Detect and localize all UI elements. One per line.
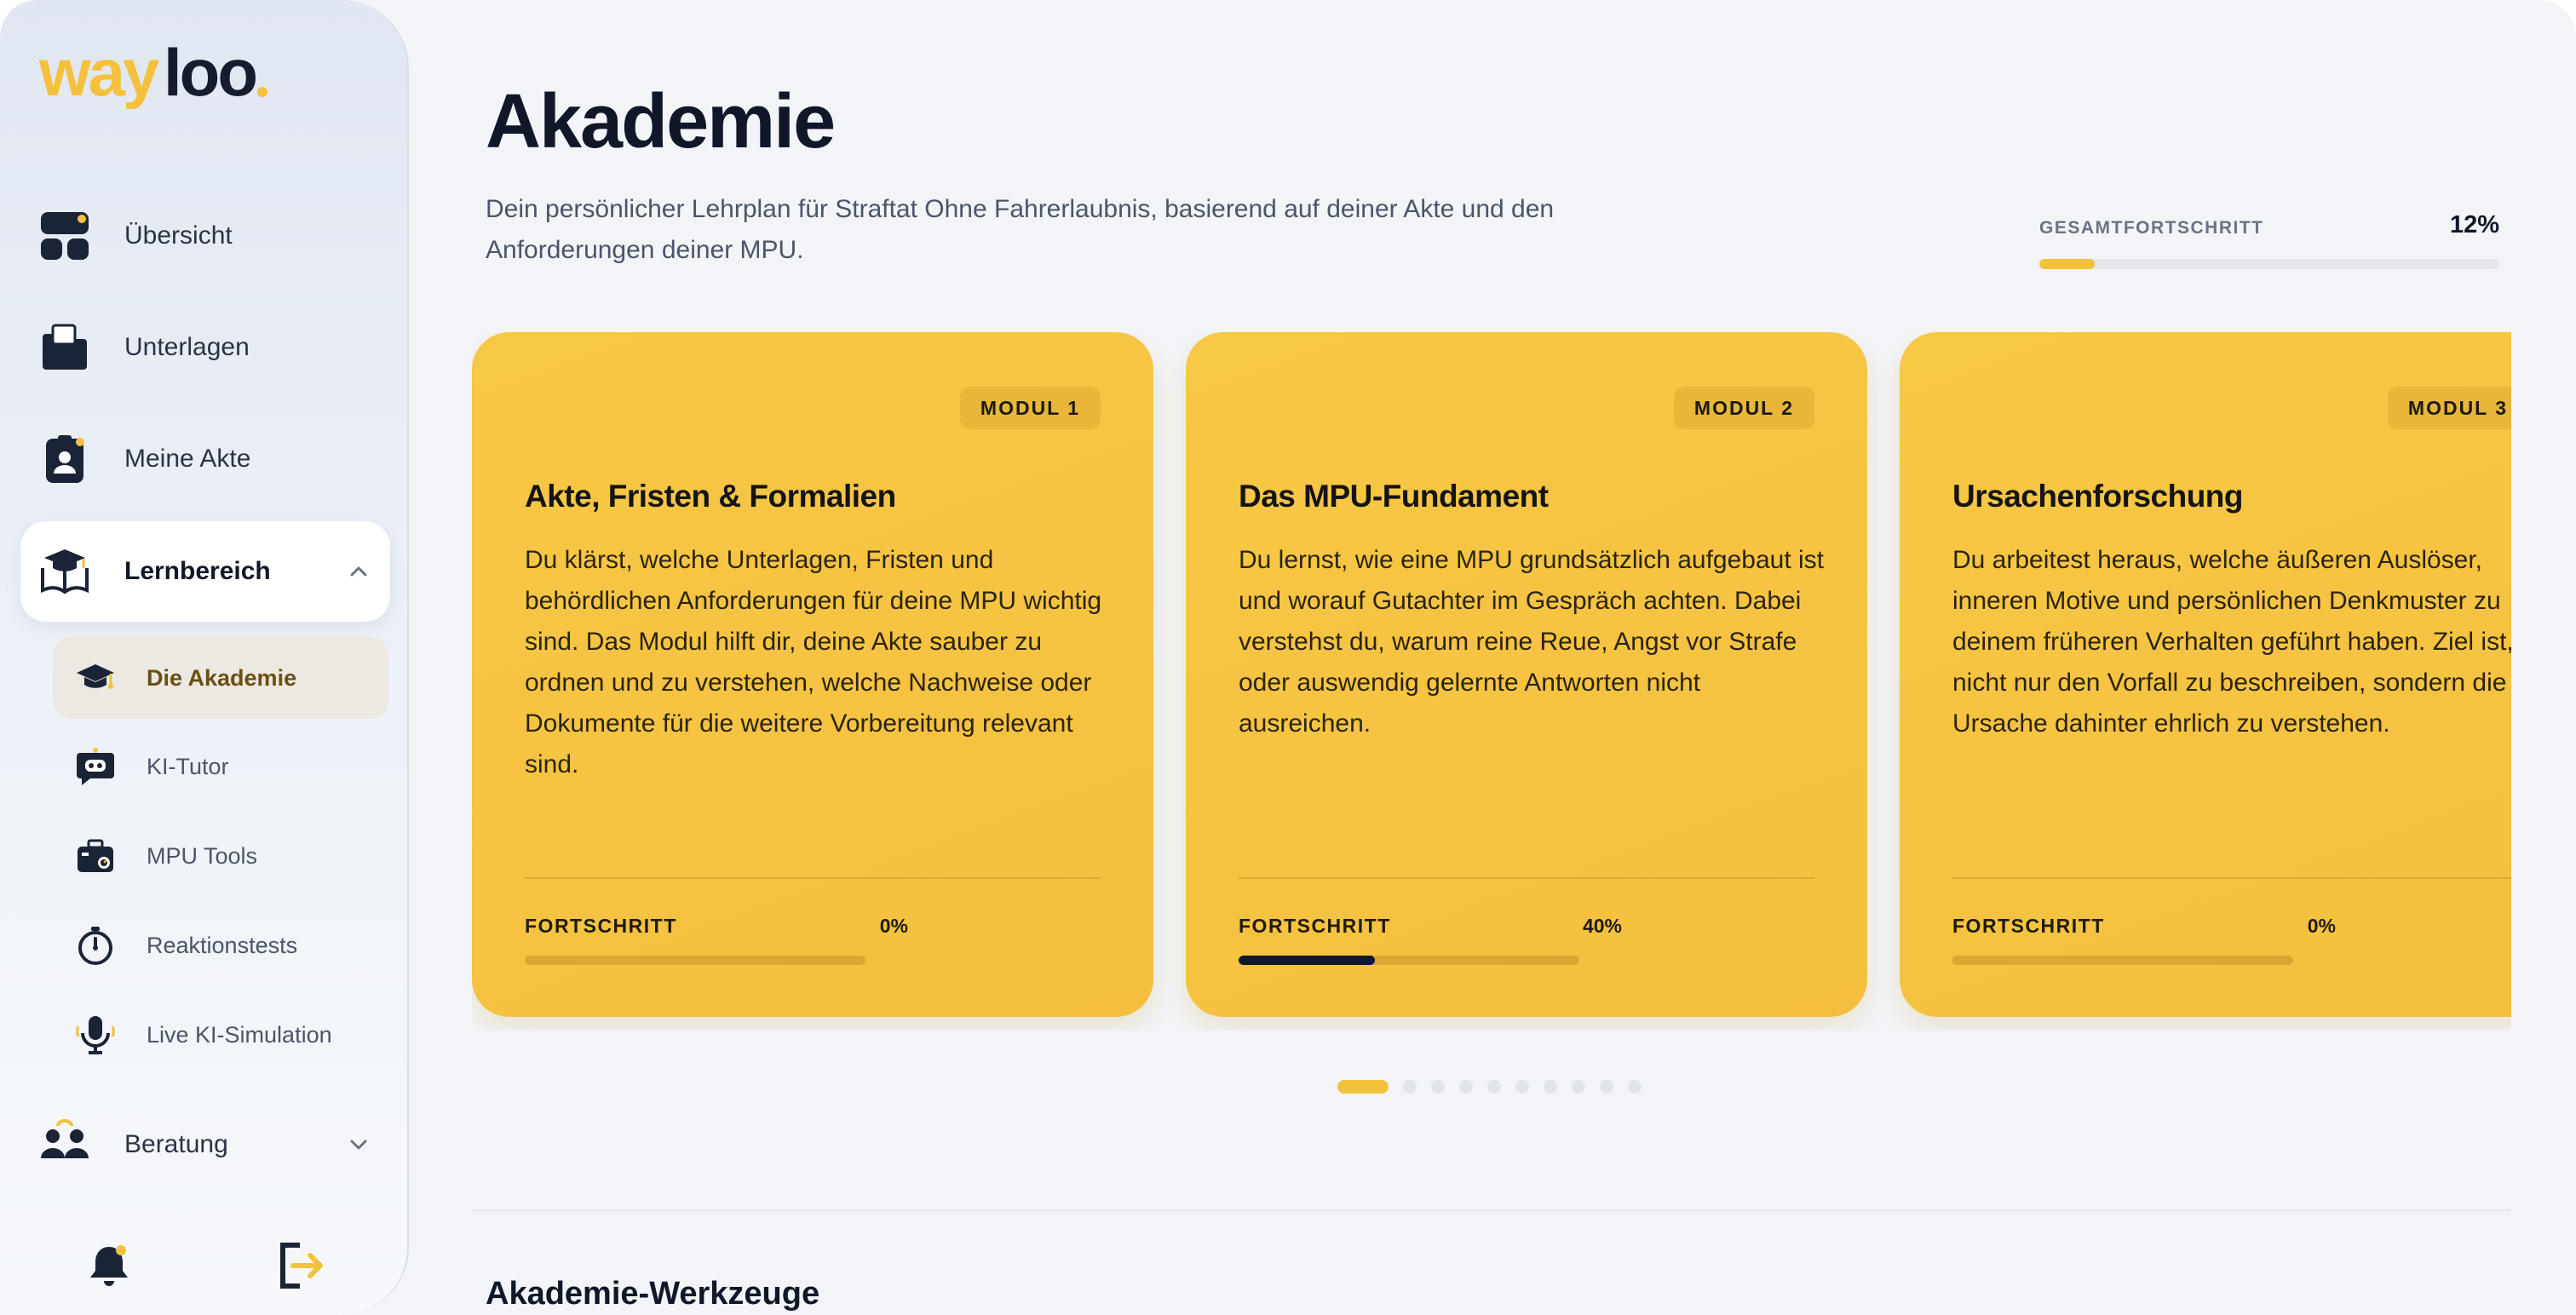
folder-icon <box>39 322 90 373</box>
carousel-dot[interactable] <box>1628 1080 1642 1094</box>
page-subtitle: Dein persönlicher Lehrplan für Straftat … <box>486 195 1555 264</box>
page-title: Akademie <box>486 79 836 164</box>
carousel-dot[interactable] <box>1431 1080 1445 1094</box>
sidebar: way loo Übersicht Unterlagen Meine Akte … <box>0 0 409 1315</box>
module-progress-value: 40% <box>1582 915 1622 937</box>
sidebar-subitem-label: KI-Tutor <box>147 754 229 779</box>
carousel-dot[interactable] <box>1337 1080 1389 1094</box>
carousel-dot[interactable] <box>1459 1080 1473 1094</box>
overall-progress-fill <box>2039 259 2095 269</box>
wayloo-logo[interactable]: way loo <box>38 32 278 118</box>
sidebar-subitem-mpu-tools[interactable]: MPU Tools <box>53 815 388 897</box>
sidebar-subitem-label: Live KI-Simulation <box>147 1022 332 1048</box>
sidebar-subitem-ki-tutor[interactable]: KI-Tutor <box>53 726 388 807</box>
module-card-1[interactable]: MODUL 1 Akte, Fristen & Formalien Du klä… <box>472 332 1153 1017</box>
dashboard-icon <box>39 210 90 261</box>
book-graduation-icon <box>39 546 90 597</box>
module-title: Akte, Fristen & Formalien <box>525 479 896 514</box>
sidebar-subitem-label: Reaktionstests <box>147 933 298 958</box>
sidebar-subitem-label: MPU Tools <box>147 843 258 869</box>
carousel-dot[interactable] <box>1544 1080 1557 1094</box>
robot-chat-icon <box>75 746 116 787</box>
module-progress-value: 0% <box>2307 915 2336 937</box>
graduation-cap-icon <box>75 658 116 698</box>
module-title: Ursachenforschung <box>1952 479 2244 514</box>
sidebar-subitem-die-akademie[interactable]: Die Akademie <box>53 637 388 719</box>
main-content: Akademie Dein persönlicher Lehrplan für … <box>409 0 2576 1315</box>
module-progress-label: FORTSCHRITT <box>1239 915 1391 937</box>
carousel-dot[interactable] <box>1515 1080 1529 1094</box>
module-card-2[interactable]: MODUL 2 Das MPU-Fundament Du lernst, wie… <box>1186 332 1867 1017</box>
sidebar-subitem-label: Die Akademie <box>147 665 297 691</box>
bell-icon[interactable] <box>83 1240 135 1291</box>
module-title: Das MPU-Fundament <box>1239 479 1549 514</box>
carousel-dot[interactable] <box>1403 1080 1417 1094</box>
module-divider <box>1239 877 1814 879</box>
sidebar-item-uebersicht[interactable]: Übersicht <box>20 186 390 286</box>
module-progress-track <box>525 956 865 965</box>
module-progress-label: FORTSCHRITT <box>525 915 677 937</box>
sidebar-item-meine-akte[interactable]: Meine Akte <box>20 409 390 509</box>
module-divider <box>1952 877 2511 879</box>
carousel-dot[interactable] <box>1572 1080 1585 1094</box>
people-icon <box>39 1119 90 1170</box>
section-divider <box>472 1209 2511 1211</box>
module-progress-track <box>1952 956 2293 965</box>
module-badge: MODUL 2 <box>1673 387 1814 429</box>
module-divider <box>525 877 1101 879</box>
sidebar-item-lernbereich[interactable]: Lernbereich <box>20 521 390 622</box>
overall-progress-label: GESAMTFORTSCHRITT <box>2039 218 2264 238</box>
module-badge: MODUL 1 <box>959 387 1101 429</box>
sidebar-item-unterlagen[interactable]: Unterlagen <box>20 297 390 398</box>
module-progress-value: 0% <box>879 915 908 937</box>
sidebar-subitem-reaktionstests[interactable]: Reaktionstests <box>53 904 388 986</box>
section-title: Akademie-Werkzeuge <box>486 1276 820 1312</box>
chevron-down-icon[interactable] <box>346 1132 371 1157</box>
module-progress-label: FORTSCHRITT <box>1952 915 2105 937</box>
chevron-up-icon[interactable] <box>346 559 371 584</box>
sidebar-item-label: Meine Akte <box>124 445 251 473</box>
svg-text:way: way <box>39 35 159 110</box>
overall-progress-track <box>2039 259 2499 269</box>
id-badge-icon <box>39 434 90 485</box>
module-carousel[interactable]: MODUL 1 Akte, Fristen & Formalien Du klä… <box>472 332 2511 1031</box>
sidebar-item-beratung[interactable]: Beratung <box>20 1094 390 1195</box>
overall-progress-value: 12% <box>2449 211 2499 238</box>
sidebar-item-label: Beratung <box>124 1130 228 1158</box>
carousel-dot[interactable] <box>1487 1080 1501 1094</box>
sidebar-item-label: Übersicht <box>124 221 233 250</box>
app-window: way loo Übersicht Unterlagen Meine Akte … <box>0 0 2576 1315</box>
microphone-icon <box>75 1014 116 1055</box>
module-badge: MODUL 3 <box>2387 387 2511 429</box>
carousel-dot[interactable] <box>1600 1080 1613 1094</box>
svg-text:loo: loo <box>164 35 256 110</box>
module-progress-fill <box>1239 956 1375 965</box>
module-card-3[interactable]: MODUL 3 Ursachenforschung Du arbeitest h… <box>1900 332 2511 1017</box>
carousel-pagination <box>1337 1080 1642 1094</box>
module-description: Du lernst, wie eine MPU grundsätzlich au… <box>1239 546 1825 738</box>
stopwatch-icon <box>75 925 116 966</box>
sidebar-item-label: Unterlagen <box>124 333 250 361</box>
module-progress-track <box>1239 956 1579 965</box>
module-description: Du arbeitest heraus, welche äußeren Ausl… <box>1952 546 2511 738</box>
logout-icon[interactable] <box>274 1240 325 1291</box>
module-description: Du klärst, welche Unterlagen, Fristen un… <box>525 546 1102 778</box>
sidebar-item-label: Lernbereich <box>124 557 271 585</box>
sidebar-subitem-live-ki-simulation[interactable]: Live KI-Simulation <box>53 994 388 1076</box>
toolbox-icon <box>75 836 116 876</box>
